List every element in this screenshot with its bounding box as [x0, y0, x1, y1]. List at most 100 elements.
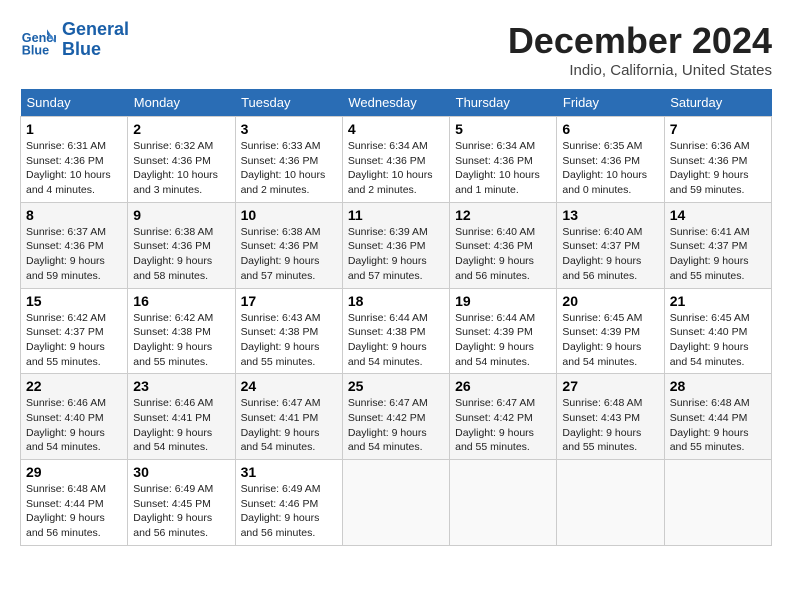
day-info: Sunrise: 6:47 AM Sunset: 4:42 PM Dayligh…	[455, 396, 551, 455]
day-info: Sunrise: 6:48 AM Sunset: 4:43 PM Dayligh…	[562, 396, 658, 455]
day-number: 28	[670, 378, 766, 394]
calendar-day-cell: 15Sunrise: 6:42 AM Sunset: 4:37 PM Dayli…	[21, 288, 128, 374]
day-info: Sunrise: 6:43 AM Sunset: 4:38 PM Dayligh…	[241, 311, 337, 370]
day-info: Sunrise: 6:40 AM Sunset: 4:37 PM Dayligh…	[562, 225, 658, 284]
calendar-day-cell: 3Sunrise: 6:33 AM Sunset: 4:36 PM Daylig…	[235, 117, 342, 203]
day-number: 6	[562, 121, 658, 137]
calendar-day-cell: 20 Sunrise: 6:45 AM Sunset: 4:39 PM Dayli…	[557, 288, 664, 374]
calendar-day-cell: 5 Sunrise: 6:34 AM Sunset: 4:36 PM Daylig…	[450, 117, 557, 203]
weekday-header-cell: Monday	[128, 89, 235, 117]
day-number: 7	[670, 121, 766, 137]
day-number: 30	[133, 464, 229, 480]
calendar-day-cell: 13Sunrise: 6:40 AM Sunset: 4:37 PM Dayli…	[557, 202, 664, 288]
calendar-week-row: 15Sunrise: 6:42 AM Sunset: 4:37 PM Dayli…	[21, 288, 772, 374]
location-title: Indio, California, United States	[508, 62, 772, 79]
day-info: Sunrise: 6:31 AM Sunset: 4:36 PM Dayligh…	[26, 139, 122, 198]
day-number: 18	[348, 293, 444, 309]
day-number: 22	[26, 378, 122, 394]
day-number: 5	[455, 121, 551, 137]
calendar-day-cell: 22Sunrise: 6:46 AM Sunset: 4:40 PM Dayli…	[21, 374, 128, 460]
calendar-day-cell: 10 Sunrise: 6:38 AM Sunset: 4:36 PM Dayli…	[235, 202, 342, 288]
logo: General Blue General Blue	[20, 20, 129, 60]
day-info: Sunrise: 6:47 AM Sunset: 4:42 PM Dayligh…	[348, 396, 444, 455]
day-info: Sunrise: 6:37 AM Sunset: 4:36 PM Dayligh…	[26, 225, 122, 284]
day-info: Sunrise: 6:38 AM Sunset: 4:36 PM Dayligh…	[133, 225, 229, 284]
svg-text:Blue: Blue	[22, 43, 49, 57]
day-number: 12	[455, 207, 551, 223]
day-number: 26	[455, 378, 551, 394]
day-info: Sunrise: 6:41 AM Sunset: 4:37 PM Dayligh…	[670, 225, 766, 284]
logo-text: General Blue	[62, 20, 129, 60]
calendar-day-cell	[664, 460, 771, 546]
calendar-week-row: 29Sunrise: 6:48 AM Sunset: 4:44 PM Dayli…	[21, 460, 772, 546]
day-info: Sunrise: 6:48 AM Sunset: 4:44 PM Dayligh…	[670, 396, 766, 455]
day-number: 27	[562, 378, 658, 394]
weekday-header-cell: Saturday	[664, 89, 771, 117]
day-number: 17	[241, 293, 337, 309]
calendar-day-cell: 14 Sunrise: 6:41 AM Sunset: 4:37 PM Dayli…	[664, 202, 771, 288]
calendar-week-row: 8 Sunrise: 6:37 AM Sunset: 4:36 PM Daylig…	[21, 202, 772, 288]
month-title: December 2024	[508, 20, 772, 62]
day-info: Sunrise: 6:32 AM Sunset: 4:36 PM Dayligh…	[133, 139, 229, 198]
calendar-week-row: 22Sunrise: 6:46 AM Sunset: 4:40 PM Dayli…	[21, 374, 772, 460]
day-info: Sunrise: 6:42 AM Sunset: 4:38 PM Dayligh…	[133, 311, 229, 370]
calendar-day-cell: 27 Sunrise: 6:48 AM Sunset: 4:43 PM Dayli…	[557, 374, 664, 460]
weekday-header-cell: Wednesday	[342, 89, 449, 117]
calendar-table: SundayMondayTuesdayWednesdayThursdayFrid…	[20, 89, 772, 546]
weekday-header-cell: Sunday	[21, 89, 128, 117]
day-number: 21	[670, 293, 766, 309]
day-info: Sunrise: 6:36 AM Sunset: 4:36 PM Dayligh…	[670, 139, 766, 198]
calendar-day-cell: 17 Sunrise: 6:43 AM Sunset: 4:38 PM Dayli…	[235, 288, 342, 374]
day-number: 20	[562, 293, 658, 309]
calendar-day-cell: 12 Sunrise: 6:40 AM Sunset: 4:36 PM Dayli…	[450, 202, 557, 288]
day-number: 11	[348, 207, 444, 223]
calendar-day-cell: 9Sunrise: 6:38 AM Sunset: 4:36 PM Daylig…	[128, 202, 235, 288]
day-info: Sunrise: 6:47 AM Sunset: 4:41 PM Dayligh…	[241, 396, 337, 455]
calendar-day-cell: 24 Sunrise: 6:47 AM Sunset: 4:41 PM Dayli…	[235, 374, 342, 460]
day-number: 14	[670, 207, 766, 223]
day-number: 10	[241, 207, 337, 223]
weekday-header-cell: Tuesday	[235, 89, 342, 117]
day-info: Sunrise: 6:44 AM Sunset: 4:38 PM Dayligh…	[348, 311, 444, 370]
day-info: Sunrise: 6:38 AM Sunset: 4:36 PM Dayligh…	[241, 225, 337, 284]
header: General Blue General Blue December 2024 …	[20, 20, 772, 79]
day-info: Sunrise: 6:34 AM Sunset: 4:36 PM Dayligh…	[455, 139, 551, 198]
day-info: Sunrise: 6:40 AM Sunset: 4:36 PM Dayligh…	[455, 225, 551, 284]
day-number: 16	[133, 293, 229, 309]
calendar-day-cell: 29Sunrise: 6:48 AM Sunset: 4:44 PM Dayli…	[21, 460, 128, 546]
weekday-header-row: SundayMondayTuesdayWednesdayThursdayFrid…	[21, 89, 772, 117]
day-info: Sunrise: 6:35 AM Sunset: 4:36 PM Dayligh…	[562, 139, 658, 198]
calendar-day-cell: 30 Sunrise: 6:49 AM Sunset: 4:45 PM Dayli…	[128, 460, 235, 546]
calendar-day-cell: 1 Sunrise: 6:31 AM Sunset: 4:36 PM Daylig…	[21, 117, 128, 203]
day-info: Sunrise: 6:34 AM Sunset: 4:36 PM Dayligh…	[348, 139, 444, 198]
calendar-day-cell: 2Sunrise: 6:32 AM Sunset: 4:36 PM Daylig…	[128, 117, 235, 203]
calendar-day-cell: 16 Sunrise: 6:42 AM Sunset: 4:38 PM Dayli…	[128, 288, 235, 374]
day-info: Sunrise: 6:33 AM Sunset: 4:36 PM Dayligh…	[241, 139, 337, 198]
calendar-body: 1 Sunrise: 6:31 AM Sunset: 4:36 PM Daylig…	[21, 117, 772, 546]
day-number: 29	[26, 464, 122, 480]
weekday-header-cell: Friday	[557, 89, 664, 117]
title-area: December 2024 Indio, California, United …	[508, 20, 772, 79]
day-number: 4	[348, 121, 444, 137]
day-number: 15	[26, 293, 122, 309]
day-info: Sunrise: 6:49 AM Sunset: 4:45 PM Dayligh…	[133, 482, 229, 541]
day-number: 19	[455, 293, 551, 309]
day-number: 8	[26, 207, 122, 223]
day-number: 23	[133, 378, 229, 394]
calendar-day-cell	[557, 460, 664, 546]
calendar-week-row: 1 Sunrise: 6:31 AM Sunset: 4:36 PM Daylig…	[21, 117, 772, 203]
calendar-day-cell: 18 Sunrise: 6:44 AM Sunset: 4:38 PM Dayli…	[342, 288, 449, 374]
calendar-day-cell: 8 Sunrise: 6:37 AM Sunset: 4:36 PM Daylig…	[21, 202, 128, 288]
weekday-header-cell: Thursday	[450, 89, 557, 117]
calendar-day-cell: 19Sunrise: 6:44 AM Sunset: 4:39 PM Dayli…	[450, 288, 557, 374]
logo-icon: General Blue	[20, 22, 56, 58]
day-number: 25	[348, 378, 444, 394]
day-number: 24	[241, 378, 337, 394]
calendar-day-cell: 31Sunrise: 6:49 AM Sunset: 4:46 PM Dayli…	[235, 460, 342, 546]
day-info: Sunrise: 6:45 AM Sunset: 4:39 PM Dayligh…	[562, 311, 658, 370]
calendar-day-cell: 21Sunrise: 6:45 AM Sunset: 4:40 PM Dayli…	[664, 288, 771, 374]
calendar-day-cell: 11 Sunrise: 6:39 AM Sunset: 4:36 PM Dayli…	[342, 202, 449, 288]
day-info: Sunrise: 6:39 AM Sunset: 4:36 PM Dayligh…	[348, 225, 444, 284]
day-number: 1	[26, 121, 122, 137]
calendar-day-cell	[450, 460, 557, 546]
